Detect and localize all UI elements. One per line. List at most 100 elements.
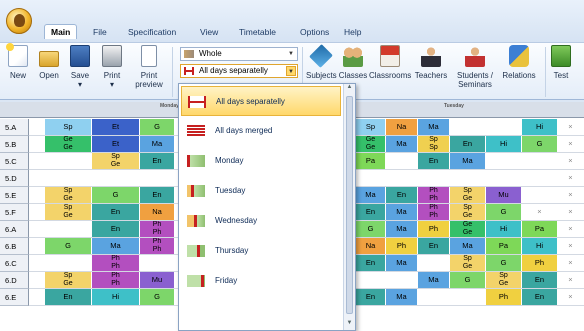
lesson-cell[interactable]: Sp Ge [45, 204, 91, 220]
dropdown-item-thursday[interactable]: Thursday [181, 236, 341, 266]
lesson-cell[interactable]: × [558, 255, 583, 271]
lesson-cell[interactable]: Ph Ph [92, 272, 139, 288]
lesson-cell[interactable]: Ma [386, 289, 417, 305]
lesson-cell[interactable]: Ph [386, 238, 417, 254]
lesson-cell[interactable]: Hi [92, 289, 139, 305]
scrollbar-thumb[interactable] [346, 96, 353, 314]
lesson-cell[interactable]: G [92, 187, 139, 203]
print-preview-button[interactable]: Print preview [131, 45, 167, 89]
lesson-cell[interactable]: Sp Ge [45, 272, 91, 288]
lesson-cell[interactable]: × [558, 119, 583, 135]
lesson-cell[interactable]: Na [356, 238, 385, 254]
lesson-cell[interactable]: G [140, 289, 174, 305]
lesson-cell[interactable]: G [45, 238, 91, 254]
tab-timetable[interactable]: Timetable [239, 27, 276, 37]
lesson-cell[interactable]: Pa [522, 221, 557, 237]
lesson-cell[interactable]: En [92, 204, 139, 220]
lesson-cell[interactable]: En [450, 136, 485, 152]
tab-options[interactable]: Options [300, 27, 329, 37]
lesson-cell[interactable]: Ma [450, 153, 485, 169]
lesson-cell[interactable]: Ge Ge [45, 136, 91, 152]
lesson-cell[interactable]: × [558, 170, 583, 186]
lesson-cell[interactable]: En [522, 289, 557, 305]
lesson-cell[interactable]: En [356, 289, 385, 305]
lesson-cell[interactable]: En [356, 204, 385, 220]
scroll-up-icon[interactable]: ▲ [344, 84, 355, 94]
lesson-cell[interactable]: En [418, 238, 449, 254]
lesson-cell[interactable]: En [92, 221, 139, 237]
students-seminars-button[interactable]: Students / Seminars [452, 45, 498, 89]
lesson-cell[interactable]: Ph [486, 289, 521, 305]
dropdown-item-tuesday[interactable]: Tuesday [181, 176, 341, 206]
lesson-cell[interactable]: Sp Ge [450, 255, 485, 271]
tab-specification[interactable]: Specification [128, 27, 176, 37]
dropdown-item-wednesday[interactable]: Wednesday [181, 206, 341, 236]
dropdown-item-friday[interactable]: Friday [181, 266, 341, 296]
lesson-cell[interactable]: Hi [486, 221, 521, 237]
lesson-cell[interactable]: Sp [45, 119, 91, 135]
lesson-cell[interactable]: Ph Ph [140, 238, 174, 254]
lesson-cell[interactable]: Ma [418, 119, 449, 135]
classes-button[interactable]: Classes [338, 45, 368, 80]
open-button[interactable]: Open [35, 45, 63, 80]
lesson-cell[interactable]: Ph Ph [418, 204, 449, 220]
lesson-cell[interactable]: Hi [522, 119, 557, 135]
test-button[interactable]: Test [550, 45, 572, 80]
lesson-cell[interactable]: En [386, 187, 417, 203]
lesson-cell[interactable]: G [486, 204, 521, 220]
lesson-cell[interactable]: × [558, 272, 583, 288]
save-button[interactable]: Save ▾ [66, 45, 94, 89]
lesson-cell[interactable]: Ma [140, 136, 174, 152]
app-orb-icon[interactable] [6, 8, 32, 34]
dropdown-item-monday[interactable]: Monday [181, 146, 341, 176]
lesson-cell[interactable]: G [356, 221, 385, 237]
lesson-cell[interactable]: Sp Ge [45, 187, 91, 203]
lesson-cell[interactable]: En [418, 153, 449, 169]
lesson-cell[interactable]: En [140, 187, 174, 203]
scroll-down-icon[interactable]: ▼ [344, 320, 355, 330]
chevron-down-icon[interactable]: ▼ [286, 66, 296, 76]
lesson-cell[interactable]: Ph Ph [140, 221, 174, 237]
days-combo[interactable]: All days separatelly ▼ [180, 64, 298, 78]
lesson-cell[interactable]: Mu [140, 272, 174, 288]
lesson-cell[interactable]: Sp Ge [450, 204, 485, 220]
subjects-button[interactable]: Subjects [306, 44, 337, 80]
lesson-cell[interactable]: Ma [386, 255, 417, 271]
lesson-cell[interactable]: En [522, 272, 557, 288]
lesson-cell[interactable]: Sp Ge [486, 272, 521, 288]
lesson-cell[interactable]: Ge Ge [450, 221, 485, 237]
lesson-cell[interactable]: En [356, 255, 385, 271]
tab-view[interactable]: View [200, 27, 218, 37]
lesson-cell[interactable]: Na [140, 204, 174, 220]
lesson-cell[interactable]: Hi [522, 238, 557, 254]
print-button[interactable]: Print ▾ [98, 45, 126, 89]
teachers-button[interactable]: Teachers [413, 45, 449, 80]
lesson-cell[interactable]: Na [386, 119, 417, 135]
lesson-cell[interactable]: Mu [486, 187, 521, 203]
chevron-down-icon[interactable]: ▼ [286, 49, 296, 59]
dropdown-item-all-days-separately[interactable]: All days separatelly [181, 86, 341, 116]
lesson-cell[interactable]: × [558, 136, 583, 152]
lesson-cell[interactable]: Ph [522, 255, 557, 271]
lesson-cell[interactable]: G [486, 255, 521, 271]
new-button[interactable]: New [4, 43, 32, 80]
lesson-cell[interactable]: Ma [418, 272, 449, 288]
lesson-cell[interactable]: Pa [486, 238, 521, 254]
dropdown-scrollbar[interactable]: ▲ ▼ [343, 84, 355, 330]
lesson-cell[interactable]: × [558, 204, 583, 220]
lesson-cell[interactable]: Ma [386, 221, 417, 237]
lesson-cell[interactable]: Ph Ph [418, 187, 449, 203]
lesson-cell[interactable]: Ma [356, 187, 385, 203]
lesson-cell[interactable]: G [140, 119, 174, 135]
lesson-cell[interactable]: Ma [450, 238, 485, 254]
classrooms-button[interactable]: Classrooms [369, 45, 411, 80]
lesson-cell[interactable]: Sp Sp [418, 136, 449, 152]
view-combo[interactable]: Whole ▼ [180, 47, 298, 61]
lesson-cell[interactable]: Sp [356, 119, 385, 135]
lesson-cell[interactable]: × [522, 204, 557, 220]
lesson-cell[interactable]: G [522, 136, 557, 152]
lesson-cell[interactable]: En [45, 289, 91, 305]
lesson-cell[interactable]: Et [92, 136, 139, 152]
lesson-cell[interactable]: Hi [486, 136, 521, 152]
lesson-cell[interactable]: En [140, 153, 174, 169]
